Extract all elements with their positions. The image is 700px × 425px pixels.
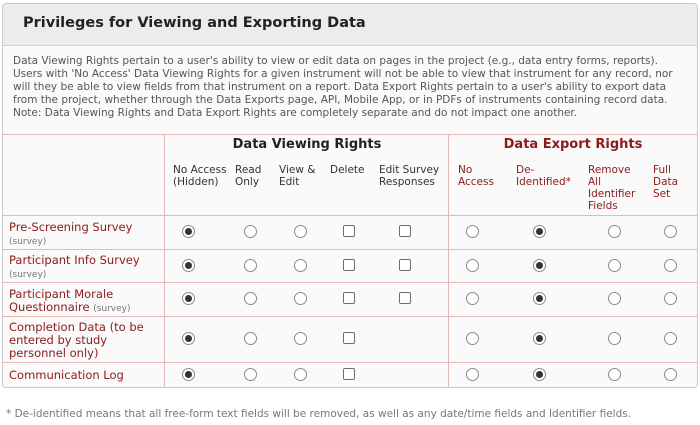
view-radio-read-only[interactable] [243,291,257,305]
export-radio-no-access[interactable] [465,331,479,345]
view-radio-no-access[interactable] [181,331,195,345]
col-divider [448,134,449,388]
export-radio-remove-identifiers[interactable] [607,224,621,238]
export-rights-header: Data Export Rights [503,137,643,152]
col-full-data-set: Full Data Set [653,164,679,200]
view-radio-read-only[interactable] [243,331,257,345]
col-delete: Delete [330,164,365,176]
panel-header: Privileges for Viewing and Exporting Dat… [3,4,697,46]
row-type: (survey) [93,304,131,314]
export-radio-full-data-set[interactable] [663,291,677,305]
view-radio-view-edit[interactable] [293,291,307,305]
export-radio-remove-identifiers[interactable] [607,367,621,381]
row-title: Participant Info Survey [9,253,140,267]
export-radio-de-identified[interactable] [532,224,546,238]
row-label-pre-screening: Pre-Screening Survey (survey) [9,221,159,249]
export-radio-no-access[interactable] [465,258,479,272]
delete-checkbox[interactable] [343,259,355,271]
export-radio-de-identified[interactable] [532,367,546,381]
panel-title: Privileges for Viewing and Exporting Dat… [23,15,366,31]
row-label-participant-info: Participant Info Survey (survey) [9,254,159,282]
export-radio-full-data-set[interactable] [663,224,677,238]
export-radio-remove-identifiers[interactable] [607,258,621,272]
col-de-identified: De-Identified* [516,164,571,188]
col-remove-identifiers: Remove All Identifier Fields [588,164,636,212]
export-radio-de-identified[interactable] [532,291,546,305]
delete-checkbox[interactable] [343,292,355,304]
view-radio-view-edit[interactable] [293,331,307,345]
col-no-access-hidden: No Access (Hidden) [173,164,227,188]
export-radio-full-data-set[interactable] [663,331,677,345]
row-label-communication-log: Communication Log [9,369,159,382]
header-bottom-line [2,215,698,216]
export-radio-full-data-set[interactable] [663,367,677,381]
view-radio-read-only[interactable] [243,224,257,238]
row-title: Completion Data (to be entered by study … [9,320,144,360]
row-type: (survey) [9,237,47,247]
export-radio-remove-identifiers[interactable] [607,291,621,305]
edit-survey-responses-checkbox[interactable] [399,225,411,237]
view-radio-no-access[interactable] [181,258,195,272]
delete-checkbox[interactable] [343,332,355,344]
footnote: * De-identified means that all free-form… [6,408,632,420]
view-radio-read-only[interactable] [243,258,257,272]
view-radio-view-edit[interactable] [293,224,307,238]
row-label-participant-morale: Participant Morale Questionnaire (survey… [9,288,159,316]
viewing-rights-header: Data Viewing Rights [232,137,382,152]
row-line [2,249,698,250]
export-radio-de-identified[interactable] [532,258,546,272]
view-radio-view-edit[interactable] [293,367,307,381]
delete-checkbox[interactable] [343,225,355,237]
row-title: Pre-Screening Survey [9,220,133,234]
delete-checkbox[interactable] [343,368,355,380]
edit-survey-responses-checkbox[interactable] [399,259,411,271]
col-view-edit: View & Edit [279,164,316,188]
col-read-only: Read Only [235,164,262,188]
row-line [2,282,698,283]
row-label-completion-data: Completion Data (to be entered by study … [9,321,159,360]
view-radio-view-edit[interactable] [293,258,307,272]
col-export-no-access: No Access [458,164,494,188]
row-line [2,362,698,363]
export-radio-full-data-set[interactable] [663,258,677,272]
export-radio-no-access[interactable] [465,367,479,381]
intro-text: Data Viewing Rights pertain to a user's … [13,55,673,119]
col-divider [164,134,165,388]
view-radio-no-access[interactable] [181,291,195,305]
row-line [2,316,698,317]
edit-survey-responses-checkbox[interactable] [399,292,411,304]
row-type: (survey) [9,270,47,280]
export-radio-remove-identifiers[interactable] [607,331,621,345]
view-radio-no-access[interactable] [181,367,195,381]
view-radio-read-only[interactable] [243,367,257,381]
view-radio-no-access[interactable] [181,224,195,238]
export-radio-no-access[interactable] [465,224,479,238]
export-radio-no-access[interactable] [465,291,479,305]
table-top-line [2,134,698,135]
col-edit-survey-responses: Edit Survey Responses [379,164,440,188]
row-title: Communication Log [9,368,124,382]
export-radio-de-identified[interactable] [532,331,546,345]
